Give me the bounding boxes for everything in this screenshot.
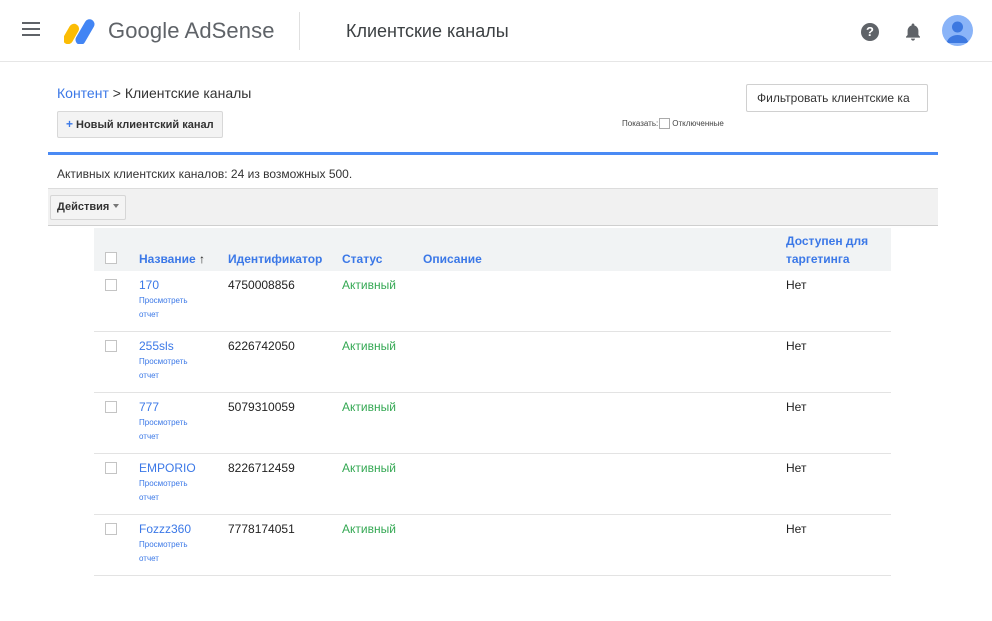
- table-row: Fozzz360 Просмотреть отчет 7778174051 Ак…: [94, 515, 891, 576]
- channel-targeting: Нет: [786, 400, 807, 414]
- channel-targeting: Нет: [786, 461, 807, 475]
- table-row: 255sls Просмотреть отчет 6226742050 Акти…: [94, 332, 891, 393]
- bell-icon[interactable]: [904, 22, 922, 42]
- view-report-link[interactable]: Просмотреть отчет: [139, 538, 209, 566]
- page-title: Клиентские каналы: [346, 21, 509, 41]
- table-header: Название ↑ Идентификатор Статус Описание…: [94, 228, 891, 271]
- row-checkbox[interactable]: [105, 340, 117, 352]
- breadcrumb-separator: >: [108, 85, 125, 101]
- chevron-down-icon: [113, 204, 120, 208]
- sort-ascending-icon: ↑: [199, 252, 205, 266]
- breadcrumb: Контент > Клиентские каналы: [57, 85, 251, 101]
- column-header-available-line2[interactable]: таргетинга: [786, 252, 850, 266]
- breadcrumb-current: Клиентские каналы: [124, 85, 252, 101]
- top-app-bar: Google AdSense Клиентские каналы ?: [0, 0, 992, 62]
- channel-name-link[interactable]: EMPORIO: [139, 461, 196, 475]
- actions-dropdown[interactable]: Действия: [50, 195, 127, 220]
- active-channels-count: Активных клиентских каналов: 24 из возмо…: [57, 167, 353, 181]
- view-report-link[interactable]: Просмотреть отчет: [139, 355, 209, 383]
- channels-table: Название ↑ Идентификатор Статус Описание…: [94, 228, 891, 576]
- adsense-logo-icon[interactable]: [64, 18, 98, 44]
- channel-targeting: Нет: [786, 339, 807, 353]
- show-disabled-toggle: Показать: Отключенные: [622, 118, 724, 129]
- channel-status: Активный: [342, 522, 396, 536]
- channel-status: Активный: [342, 461, 396, 475]
- show-label: Показать:: [622, 119, 659, 128]
- channel-status: Активный: [342, 278, 396, 292]
- channel-name-link[interactable]: 170: [139, 278, 159, 292]
- row-checkbox[interactable]: [105, 401, 117, 413]
- brand-name[interactable]: Google AdSense: [108, 18, 275, 44]
- table-row: 777 Просмотреть отчет 5079310059 Активны…: [94, 393, 891, 454]
- actions-label: Действия: [57, 201, 110, 213]
- show-disabled-checkbox[interactable]: [659, 118, 671, 129]
- table-row: 170 Просмотреть отчет 4750008856 Активны…: [94, 271, 891, 332]
- column-header-name[interactable]: Название ↑: [139, 252, 205, 266]
- channel-targeting: Нет: [786, 522, 807, 536]
- view-report-link[interactable]: Просмотреть отчет: [139, 416, 209, 444]
- actions-toolbar: Действия: [48, 188, 938, 226]
- new-custom-channel-button[interactable]: + Новый клиентский канал: [57, 111, 223, 138]
- column-header-description[interactable]: Описание: [423, 252, 482, 266]
- filter-channels-input[interactable]: Фильтровать клиентские ка: [746, 84, 928, 112]
- channel-status: Активный: [342, 400, 396, 414]
- column-header-available-line1[interactable]: Доступен для: [786, 234, 868, 248]
- account-avatar-icon[interactable]: [942, 15, 973, 46]
- disabled-label: Отключенные: [672, 119, 724, 128]
- breadcrumb-content-link[interactable]: Контент: [57, 85, 109, 101]
- help-icon[interactable]: ?: [861, 23, 879, 41]
- channel-id: 5079310059: [228, 400, 295, 414]
- row-checkbox[interactable]: [105, 279, 117, 291]
- column-header-status[interactable]: Статус: [342, 252, 382, 266]
- channel-name-link[interactable]: Fozzz360: [139, 522, 191, 536]
- channel-status: Активный: [342, 339, 396, 353]
- channel-id: 7778174051: [228, 522, 295, 536]
- channel-name-link[interactable]: 255sls: [139, 339, 174, 353]
- channel-name-link[interactable]: 777: [139, 400, 159, 414]
- new-custom-channel-label: Новый клиентский канал: [76, 119, 214, 131]
- select-all-checkbox[interactable]: [105, 252, 117, 264]
- view-report-link[interactable]: Просмотреть отчет: [139, 294, 209, 322]
- column-name-label: Название: [139, 252, 196, 266]
- section-divider: [48, 152, 938, 155]
- column-header-id[interactable]: Идентификатор: [228, 252, 322, 266]
- plus-icon: +: [66, 117, 74, 131]
- channel-id: 4750008856: [228, 278, 295, 292]
- table-row: EMPORIO Просмотреть отчет 8226712459 Акт…: [94, 454, 891, 515]
- view-report-link[interactable]: Просмотреть отчет: [139, 477, 209, 505]
- row-checkbox[interactable]: [105, 462, 117, 474]
- header-divider: [299, 12, 300, 50]
- channel-id: 8226712459: [228, 461, 295, 475]
- menu-icon[interactable]: [22, 22, 40, 38]
- channel-targeting: Нет: [786, 278, 807, 292]
- row-checkbox[interactable]: [105, 523, 117, 535]
- channel-id: 6226742050: [228, 339, 295, 353]
